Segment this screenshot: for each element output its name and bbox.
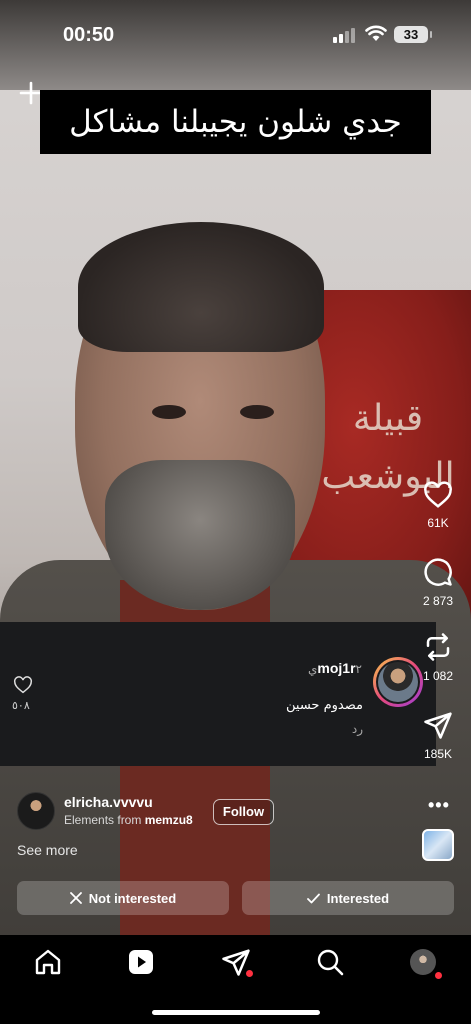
search-icon[interactable] <box>315 947 345 977</box>
avatar[interactable] <box>17 792 55 830</box>
interested-label: Interested <box>326 890 390 906</box>
video-hair <box>78 222 324 352</box>
video-caption-box: جدي شلون يجيبلنا مشاكل <box>40 90 431 154</box>
video-eye-right <box>240 405 274 419</box>
video-beard <box>105 460 295 610</box>
cellular-signal-icon <box>333 28 355 43</box>
heart-icon[interactable] <box>423 481 453 509</box>
home-indicator[interactable] <box>152 1010 320 1015</box>
wifi-icon <box>365 25 387 41</box>
status-bar: 00:50 33 <box>0 0 471 60</box>
author-username[interactable]: elricha.vvvvu <box>64 794 153 810</box>
audio-source[interactable]: memzu8 <box>145 813 193 827</box>
comment-reply-button[interactable]: رد <box>300 722 363 736</box>
send-icon[interactable] <box>423 710 453 740</box>
like-action[interactable]: 61K <box>408 481 468 530</box>
share-count: 185K <box>423 747 453 761</box>
not-interested-button[interactable]: Not interested <box>17 881 229 915</box>
repost-count: 1 082 <box>422 669 454 683</box>
notification-dot <box>246 970 253 977</box>
home-icon[interactable] <box>33 947 63 977</box>
profile-tab[interactable] <box>410 949 442 979</box>
comment-like-count: ٥٠٨ <box>12 699 30 712</box>
avatar <box>410 949 436 975</box>
reels-icon[interactable] <box>126 947 156 977</box>
status-time: 00:50 <box>63 24 115 46</box>
repost-action[interactable]: 1 082 <box>408 632 468 683</box>
share-action[interactable]: 185K <box>408 710 468 761</box>
comment-action[interactable]: 2 873 <box>408 557 468 608</box>
video-caption: جدي شلون يجيبلنا مشاكل <box>69 104 402 140</box>
audio-prefix: Elements from <box>64 813 142 827</box>
comment-count: 2 873 <box>422 594 454 608</box>
comment-text: مصدوم حسين <box>286 698 363 713</box>
comment-bubble-icon[interactable] <box>423 557 453 587</box>
comment-username[interactable]: moj1r <box>317 660 355 676</box>
featured-comment-panel[interactable] <box>0 622 436 766</box>
notification-dot <box>435 972 442 979</box>
interested-button[interactable]: Interested <box>242 881 454 915</box>
battery-indicator: 33 <box>394 26 432 43</box>
comment-heart-icon[interactable] <box>13 676 33 694</box>
author-row: elricha.vvvvu Elements from memzu8 Follo… <box>17 792 317 832</box>
follow-button[interactable]: Follow <box>213 799 274 825</box>
audio-attribution[interactable]: Elements from memzu8 <box>64 813 193 827</box>
more-options-icon[interactable]: ••• <box>428 795 450 816</box>
close-icon <box>69 892 82 904</box>
see-more-link[interactable]: See more <box>17 842 78 858</box>
checkmark-icon <box>307 893 320 903</box>
not-interested-label: Not interested <box>88 890 177 906</box>
like-count: 61K <box>427 516 449 530</box>
audio-thumbnail[interactable] <box>422 829 454 861</box>
video-eye-left <box>152 405 186 419</box>
messages-tab[interactable] <box>221 947 253 977</box>
repost-icon[interactable] <box>423 632 453 662</box>
comment-username-row[interactable]: moj1r٢ي <box>308 660 362 676</box>
